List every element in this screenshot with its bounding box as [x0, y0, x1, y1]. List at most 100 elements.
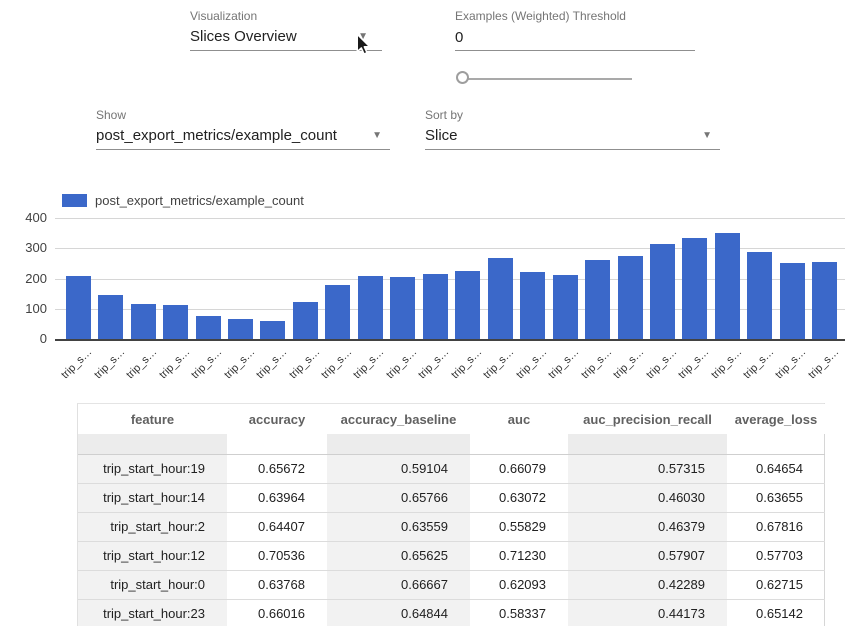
filter-cell	[568, 434, 727, 454]
filter-cell	[470, 434, 568, 454]
visualization-select[interactable]: Visualization Slices Overview ▼	[190, 7, 382, 51]
threshold-value[interactable]	[455, 25, 695, 51]
metrics-table: featureaccuracyaccuracy_baselineaucauc_p…	[77, 403, 825, 626]
bar[interactable]	[66, 276, 91, 339]
x-axis-tick-label: trip_s…	[352, 346, 387, 381]
bar[interactable]	[228, 319, 253, 339]
metric-cell: 0.71230	[470, 541, 568, 570]
table-row[interactable]: trip_start_hour:230.660160.648440.583370…	[78, 599, 825, 626]
filter-cell	[727, 434, 825, 454]
column-header[interactable]: average_loss	[727, 404, 825, 434]
bar[interactable]	[423, 274, 448, 339]
table-row[interactable]: trip_start_hour:00.637680.666670.620930.…	[78, 570, 825, 599]
table-row[interactable]: trip_start_hour:20.644070.635590.558290.…	[78, 512, 825, 541]
filter-cell	[78, 434, 227, 454]
slider-track[interactable]	[464, 78, 632, 80]
x-axis-tick-label: trip_s…	[709, 346, 744, 381]
bar[interactable]	[715, 233, 740, 339]
table-row[interactable]: trip_start_hour:140.639640.657660.630720…	[78, 483, 825, 512]
bar-chart: post_export_metrics/example_count 010020…	[0, 185, 863, 400]
metric-cell: 0.46379	[568, 512, 727, 541]
bar[interactable]	[618, 256, 643, 339]
metric-cell: 0.65766	[327, 483, 470, 512]
bar[interactable]	[747, 252, 772, 339]
tfma-slices-overview: Visualization Slices Overview ▼ Examples…	[0, 0, 863, 626]
bar[interactable]	[585, 260, 610, 339]
legend-swatch	[62, 194, 87, 207]
bar[interactable]	[163, 305, 188, 339]
filter-cell	[327, 434, 470, 454]
x-axis-tick-label: trip_s…	[806, 346, 841, 381]
chevron-down-icon[interactable]: ▼	[702, 131, 712, 141]
column-header[interactable]: accuracy_baseline	[327, 404, 470, 434]
bar[interactable]	[553, 275, 578, 339]
metric-cell: 0.67816	[727, 512, 825, 541]
y-axis-tick-label: 100	[5, 301, 47, 316]
sort-by-select[interactable]: Sort by Slice ▼	[425, 106, 720, 150]
metric-cell: 0.63559	[327, 512, 470, 541]
threshold-slider[interactable]	[456, 71, 632, 87]
x-axis-tick-label: trip_s…	[676, 346, 711, 381]
chevron-down-icon[interactable]: ▼	[372, 131, 382, 141]
bar[interactable]	[488, 258, 513, 339]
sort-by-value[interactable]: Slice ▼	[425, 124, 720, 150]
bar[interactable]	[520, 272, 545, 339]
column-header[interactable]: accuracy	[227, 404, 327, 434]
table-body: trip_start_hour:190.656720.591040.660790…	[78, 454, 825, 626]
y-axis-tick-label: 400	[5, 210, 47, 225]
metric-cell: 0.57907	[568, 541, 727, 570]
bar[interactable]	[325, 285, 350, 339]
metric-cell: 0.57315	[568, 454, 727, 483]
x-axis-tick-label: trip_s…	[611, 346, 646, 381]
threshold-label: Examples (Weighted) Threshold	[455, 7, 695, 25]
bar[interactable]	[812, 262, 837, 339]
metric-cell: 0.70536	[227, 541, 327, 570]
slider-thumb[interactable]	[456, 71, 469, 84]
x-axis-tick-label: trip_s…	[416, 346, 451, 381]
metric-cell: 0.46030	[568, 483, 727, 512]
metric-cell: 0.64844	[327, 599, 470, 626]
bar[interactable]	[260, 321, 285, 339]
bar[interactable]	[780, 263, 805, 339]
show-value[interactable]: post_export_metrics/example_count ▼	[96, 124, 390, 150]
table-header-row: featureaccuracyaccuracy_baselineaucauc_p…	[78, 404, 825, 434]
chart-legend: post_export_metrics/example_count	[62, 193, 304, 208]
table-row[interactable]: trip_start_hour:120.705360.656250.712300…	[78, 541, 825, 570]
feature-cell: trip_start_hour:19	[78, 454, 227, 483]
gridline	[55, 339, 845, 341]
bar[interactable]	[455, 271, 480, 339]
table-row[interactable]: trip_start_hour:190.656720.591040.660790…	[78, 454, 825, 483]
x-axis-tick-label: trip_s…	[514, 346, 549, 381]
show-select[interactable]: Show post_export_metrics/example_count ▼	[96, 106, 390, 150]
visualization-value[interactable]: Slices Overview ▼	[190, 25, 382, 51]
x-axis-tick-label: trip_s…	[124, 346, 159, 381]
bar[interactable]	[390, 277, 415, 339]
show-label: Show	[96, 106, 390, 124]
metric-cell: 0.63655	[727, 483, 825, 512]
column-header[interactable]: auc_precision_recall	[568, 404, 727, 434]
metric-cell: 0.57703	[727, 541, 825, 570]
table-filter-row	[78, 434, 825, 454]
metric-cell: 0.58337	[470, 599, 568, 626]
bar[interactable]	[682, 238, 707, 339]
threshold-field[interactable]: Examples (Weighted) Threshold	[455, 7, 695, 51]
bar[interactable]	[131, 304, 156, 339]
column-header[interactable]: auc	[470, 404, 568, 434]
bar[interactable]	[293, 302, 318, 339]
x-axis-tick-label: trip_s…	[254, 346, 289, 381]
x-axis-tick-label: trip_s…	[319, 346, 354, 381]
metric-cell: 0.64654	[727, 454, 825, 483]
x-axis-tick-label: trip_s…	[774, 346, 809, 381]
x-axis-tick-label: trip_s…	[384, 346, 419, 381]
column-header[interactable]: feature	[78, 404, 227, 434]
threshold-input[interactable]	[455, 25, 695, 49]
bar[interactable]	[98, 295, 123, 339]
bar[interactable]	[196, 316, 221, 339]
y-axis-tick-label: 200	[5, 271, 47, 286]
x-axis-tick-label: trip_s…	[189, 346, 224, 381]
x-axis-tick-label: trip_s…	[741, 346, 776, 381]
bar[interactable]	[358, 276, 383, 339]
bar[interactable]	[650, 244, 675, 339]
x-axis-tick-label: trip_s…	[579, 346, 614, 381]
x-axis-tick-label: trip_s…	[59, 346, 94, 381]
